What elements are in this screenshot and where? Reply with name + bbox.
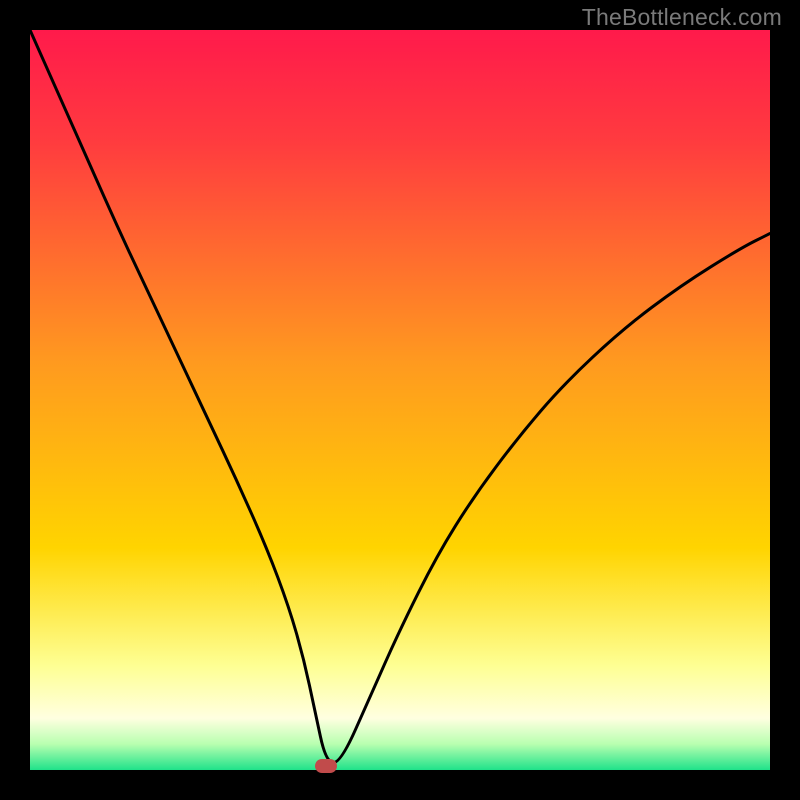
chart-frame: TheBottleneck.com <box>0 0 800 800</box>
chart-plot <box>30 30 770 770</box>
chart-background <box>30 30 770 770</box>
watermark-text: TheBottleneck.com <box>582 4 782 31</box>
operating-point-marker <box>315 759 337 773</box>
